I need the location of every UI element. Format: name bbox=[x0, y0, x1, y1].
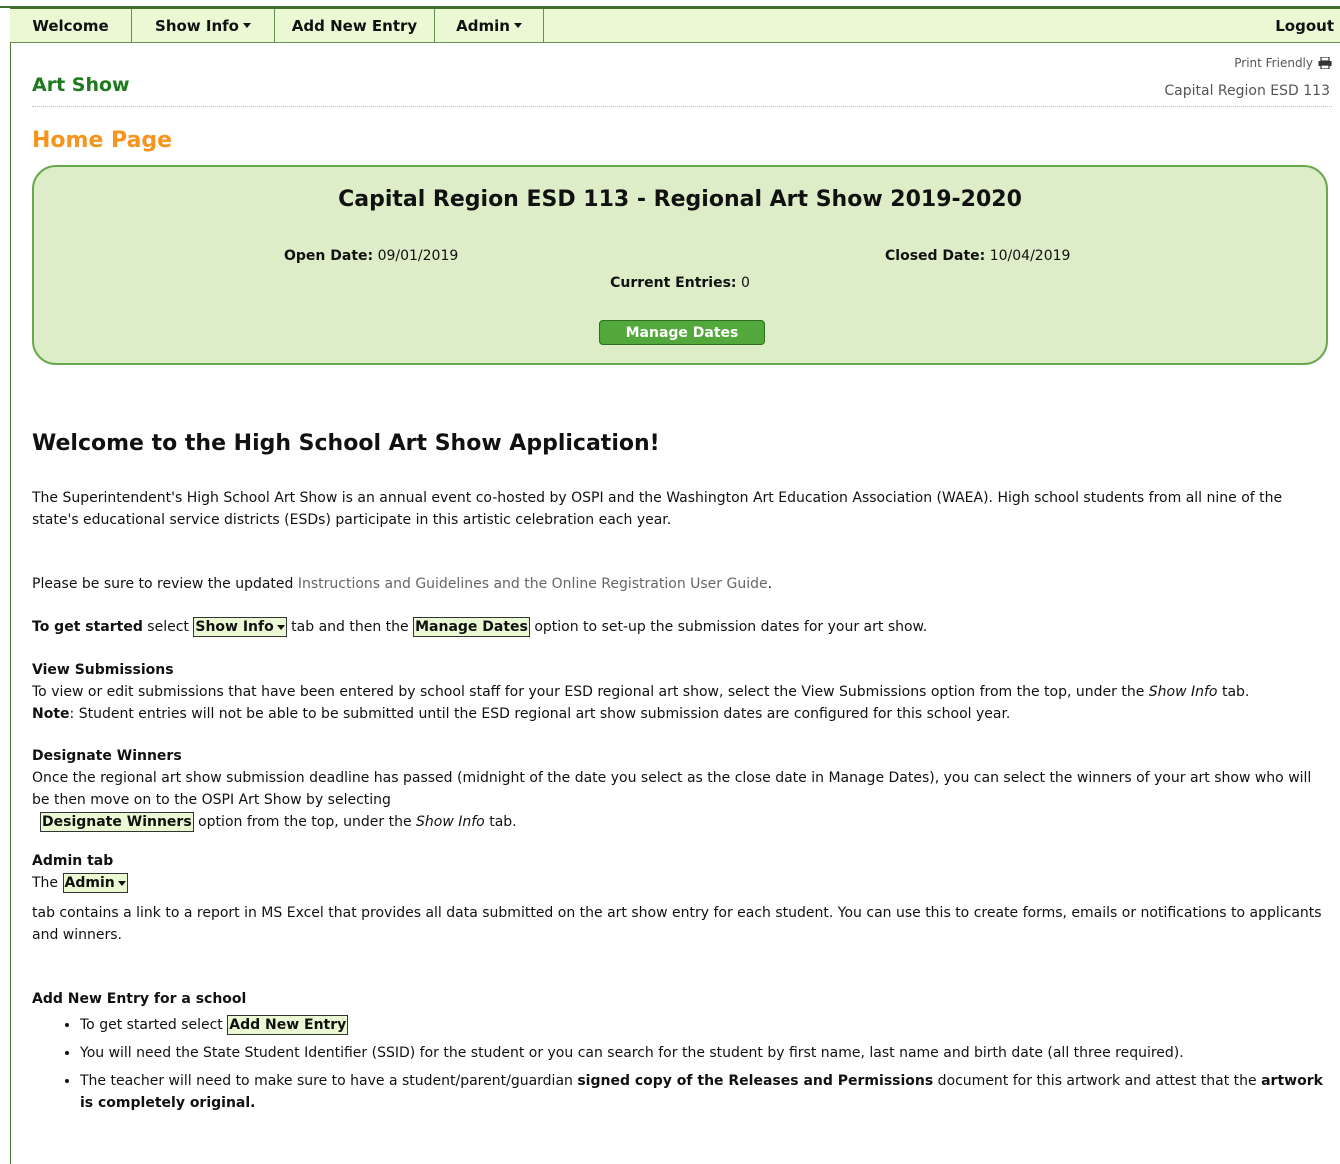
designate-winners-em: Show Info bbox=[416, 814, 485, 830]
review-suffix: . bbox=[767, 576, 773, 592]
note-paragraph: Note: Student entries will not be able t… bbox=[32, 703, 1332, 725]
tab-add-new-entry[interactable]: Add New Entry bbox=[275, 9, 435, 42]
add-entry-item3-bold: signed copy of the Releases and Permissi… bbox=[577, 1073, 934, 1089]
tab-show-info[interactable]: Show Info bbox=[132, 9, 275, 42]
get-started-text-3: option to set-up the submission dates fo… bbox=[529, 619, 928, 635]
manage-dates-chip[interactable]: Manage Dates bbox=[413, 617, 530, 637]
view-submissions-text-1: To view or edit submissions that have be… bbox=[32, 684, 1149, 700]
chevron-down-icon bbox=[117, 880, 126, 886]
print-friendly-link[interactable]: Print Friendly bbox=[1234, 56, 1332, 70]
view-submissions-text-2: tab. bbox=[1217, 684, 1250, 700]
list-item: The teacher will need to make sure to ha… bbox=[80, 1070, 1332, 1114]
app-title: Art Show bbox=[32, 74, 130, 96]
get-started-bold: To get started bbox=[32, 619, 143, 635]
admin-tab-section: Admin tab The Admin tab contains a link … bbox=[32, 850, 1332, 946]
admin-chip-label: Admin bbox=[64, 875, 115, 891]
closed-date-label: Closed Date: bbox=[885, 248, 986, 264]
get-started-paragraph: To get started select Show Info tab and … bbox=[32, 616, 1332, 638]
tab-show-info-label: Show Info bbox=[155, 16, 239, 35]
show-info-chip-label: Show Info bbox=[195, 619, 274, 635]
chevron-down-icon bbox=[276, 624, 285, 630]
closed-date-value: 10/04/2019 bbox=[989, 248, 1071, 264]
get-started-text-2: tab and then the bbox=[286, 619, 414, 635]
get-started-text-1: select bbox=[142, 619, 194, 635]
note-text: : Student entries will not be able to be… bbox=[69, 706, 1011, 722]
current-entries-value: 0 bbox=[740, 275, 750, 291]
add-entry-item3-1: The teacher will need to make sure to ha… bbox=[80, 1073, 578, 1089]
current-entries-label: Current Entries: bbox=[610, 275, 737, 291]
admin-tab-prefix: The bbox=[32, 875, 63, 891]
note-label: Note bbox=[32, 706, 70, 722]
add-new-entry-chip[interactable]: Add New Entry bbox=[227, 1015, 349, 1035]
designate-winners-text: Once the regional art show submission de… bbox=[32, 770, 1312, 808]
admin-tab-text: tab contains a link to a report in MS Ex… bbox=[32, 905, 1322, 943]
tab-add-new-entry-label: Add New Entry bbox=[291, 16, 418, 35]
tab-admin[interactable]: Admin bbox=[435, 9, 544, 42]
welcome-heading: Welcome to the High School Art Show Appl… bbox=[32, 431, 660, 456]
page-header: Art Show Print Friendly Capital Region E… bbox=[32, 56, 1332, 107]
add-entry-section: Add New Entry for a school To get starte… bbox=[32, 988, 1332, 1114]
designate-winners-section: Designate Winners Once the regional art … bbox=[32, 745, 1332, 833]
show-title: Capital Region ESD 113 - Regional Art Sh… bbox=[338, 187, 1022, 212]
top-nav: Welcome Show Info Add New Entry Admin Lo… bbox=[10, 9, 1340, 43]
logout-link[interactable]: Logout bbox=[1275, 9, 1340, 42]
guidelines-link[interactable]: Instructions and Guidelines and the Onli… bbox=[298, 576, 768, 592]
open-date-label: Open Date: bbox=[284, 248, 374, 264]
logout-label: Logout bbox=[1275, 16, 1334, 35]
review-prefix: Please be sure to review the updated bbox=[32, 576, 298, 592]
view-submissions-heading: View Submissions bbox=[32, 662, 174, 678]
designate-winners-heading: Designate Winners bbox=[32, 748, 182, 764]
designate-winners-text-2: option from the top, under the bbox=[193, 814, 417, 830]
intro-paragraph: The Superintendent's High School Art Sho… bbox=[32, 490, 1283, 528]
manage-dates-button[interactable]: Manage Dates bbox=[599, 320, 765, 345]
tab-welcome[interactable]: Welcome bbox=[10, 9, 132, 42]
main-content: Welcome to the High School Art Show Appl… bbox=[32, 430, 1332, 1120]
list-item: You will need the State Student Identifi… bbox=[80, 1042, 1332, 1064]
show-summary-panel: Capital Region ESD 113 - Regional Art Sh… bbox=[32, 165, 1328, 365]
page-title: Home Page bbox=[32, 128, 173, 153]
view-submissions-em: Show Info bbox=[1148, 684, 1218, 700]
admin-tab-heading: Admin tab bbox=[32, 853, 114, 869]
list-item: To get started select Add New Entry bbox=[80, 1014, 1332, 1036]
admin-chip[interactable]: Admin bbox=[62, 873, 128, 893]
org-name: Capital Region ESD 113 bbox=[1164, 83, 1330, 99]
tab-admin-label: Admin bbox=[456, 16, 510, 35]
add-entry-item1-prefix: To get started select bbox=[80, 1017, 228, 1033]
designate-winners-chip[interactable]: Designate Winners bbox=[40, 812, 194, 832]
review-paragraph: Please be sure to review the updated Ins… bbox=[32, 573, 1332, 595]
designate-winners-text-3: tab. bbox=[484, 814, 517, 830]
closed-date: Closed Date: 10/04/2019 bbox=[885, 248, 1070, 264]
view-submissions-section: View Submissions To view or edit submiss… bbox=[32, 659, 1332, 725]
print-friendly-label: Print Friendly bbox=[1234, 56, 1313, 70]
open-date: Open Date: 09/01/2019 bbox=[284, 248, 458, 264]
add-entry-heading: Add New Entry for a school bbox=[32, 991, 247, 1007]
left-border bbox=[0, 8, 11, 1164]
show-info-chip[interactable]: Show Info bbox=[193, 617, 287, 637]
chevron-down-icon bbox=[513, 23, 522, 28]
designate-winners-line: Designate Winners option from the top, u… bbox=[32, 811, 1332, 833]
current-entries: Current Entries: 0 bbox=[34, 275, 1326, 291]
add-entry-list: To get started select Add New Entry You … bbox=[32, 1014, 1332, 1114]
printer-icon bbox=[1318, 57, 1332, 69]
admin-tab-line: The Admin bbox=[32, 872, 1332, 894]
add-entry-item3-2: document for this artwork and attest tha… bbox=[933, 1073, 1262, 1089]
tab-welcome-label: Welcome bbox=[32, 16, 109, 35]
view-submissions-text: To view or edit submissions that have be… bbox=[32, 681, 1332, 703]
chevron-down-icon bbox=[242, 23, 251, 28]
open-date-value: 09/01/2019 bbox=[377, 248, 459, 264]
